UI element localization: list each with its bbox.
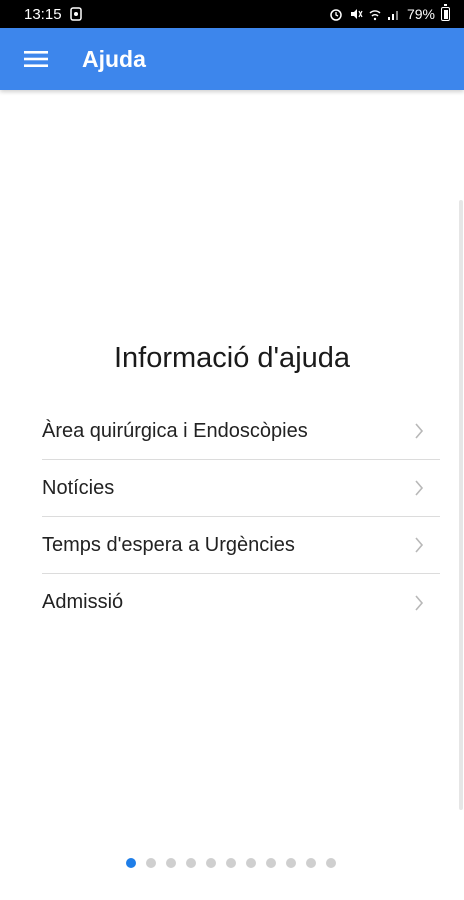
page-dot[interactable] <box>246 858 256 868</box>
battery-percentage: 79% <box>406 6 435 22</box>
menu-button[interactable] <box>0 28 72 90</box>
chevron-right-icon <box>415 537 424 553</box>
hamburger-menu-icon <box>24 51 48 67</box>
chevron-right-icon <box>415 423 424 439</box>
wifi-icon <box>369 7 381 21</box>
page-dot[interactable] <box>226 858 236 868</box>
help-item-admission[interactable]: Admissió <box>42 574 440 631</box>
help-item-surgical-area[interactable]: Àrea quirúrgica i Endoscòpies <box>42 403 440 460</box>
chevron-right-icon <box>415 594 424 611</box>
page-dot[interactable] <box>146 858 156 868</box>
status-time: 13:15 <box>24 5 62 23</box>
help-item-er-wait-times[interactable]: Temps d'espera a Urgències <box>42 517 440 574</box>
page-heading: Informació d'ajuda <box>113 342 351 374</box>
help-item-label: Àrea quirúrgica i Endoscòpies <box>42 419 308 442</box>
help-content: Informació d'ajuda Àrea quirúrgica i End… <box>0 90 464 850</box>
page-indicator <box>126 858 336 868</box>
page-dot[interactable] <box>186 858 196 868</box>
status-bar: 13:15 79% <box>0 0 464 28</box>
help-item-label: Temps d'espera a Urgències <box>42 533 295 556</box>
app-bar: Ajuda <box>0 28 464 90</box>
help-item-news[interactable]: Notícies <box>42 460 440 517</box>
page-dot[interactable] <box>326 858 336 868</box>
page-dot[interactable] <box>166 858 176 868</box>
chevron-right-icon <box>415 480 424 496</box>
page-dot-active[interactable] <box>126 858 136 868</box>
screenshot-icon <box>69 7 82 21</box>
page-dot[interactable] <box>306 858 316 868</box>
page-dot[interactable] <box>286 858 296 868</box>
alarm-icon <box>329 7 343 21</box>
page-dot[interactable] <box>266 858 276 868</box>
page-dot[interactable] <box>206 858 216 868</box>
signal-icon <box>387 7 401 21</box>
app-title: Ajuda <box>82 45 146 72</box>
battery-icon <box>441 4 450 21</box>
mute-icon <box>349 7 363 21</box>
help-item-label: Admissió <box>42 591 124 613</box>
help-menu-list: Àrea quirúrgica i Endoscòpies Notícies T… <box>42 403 440 631</box>
help-item-label: Notícies <box>42 476 115 499</box>
